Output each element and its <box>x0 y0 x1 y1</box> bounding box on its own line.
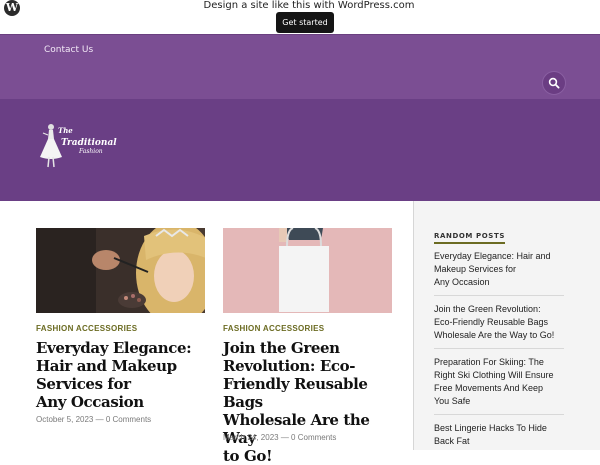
post-comments[interactable]: 0 Comments <box>291 433 336 442</box>
link-line: Free Movements And Keep <box>434 383 544 393</box>
post-category[interactable]: FASHION ACCESSORIES <box>223 324 324 333</box>
title-line: Hair and Makeup <box>36 357 177 375</box>
search-icon <box>548 77 560 89</box>
logo-text-traditional: Traditional <box>61 138 117 148</box>
link-line: Join the Green Revolution: <box>434 304 541 314</box>
main-navigation: Contact Us <box>0 34 600 100</box>
logo-text-fashion: Fashion <box>78 148 103 155</box>
link-line: Right Ski Clothing Will Ensure <box>434 370 554 380</box>
title-line: Revolution: Eco- <box>223 357 356 375</box>
dancer-logo-icon: The Traditional Fashion <box>40 124 117 168</box>
link-line: You Safe <box>434 396 471 406</box>
link-line: Eco-Friendly Reusable Bags <box>434 317 549 327</box>
random-post-link[interactable]: Everyday Elegance: Hair and Makeup Servi… <box>434 250 566 289</box>
nav-contact-us[interactable]: Contact Us <box>44 45 93 55</box>
wordpress-promo-bar: W Design a site like this with WordPress… <box>0 0 600 34</box>
post-title[interactable]: Everyday Elegance: Hair and Makeup Servi… <box>36 339 211 411</box>
title-line: Any Occasion <box>36 393 144 411</box>
link-line: Back Fat <box>434 436 470 446</box>
link-line: Any Occasion <box>434 277 490 287</box>
random-post-link[interactable]: Preparation For Skiing: The Right Ski Cl… <box>434 356 566 408</box>
site-branding: The Traditional Fashion <box>0 99 600 201</box>
link-line: Makeup Services for <box>434 264 517 274</box>
link-line: Preparation For Skiing: The <box>434 357 544 367</box>
random-post-link[interactable]: Join the Green Revolution: Eco-Friendly … <box>434 303 566 342</box>
logo-text-the: The <box>58 126 73 135</box>
promo-text: Design a site like this with WordPress.c… <box>203 0 415 11</box>
post-meta: March 24, 2023 — 0 Comments <box>223 433 337 442</box>
divider <box>434 348 564 349</box>
post-date[interactable]: March 24, 2023 <box>223 433 279 442</box>
link-line: Everyday Elegance: Hair and <box>434 251 551 261</box>
post-thumbnail-makeup[interactable] <box>36 228 205 313</box>
title-line: Everyday Elegance: <box>36 339 192 357</box>
post-category[interactable]: FASHION ACCESSORIES <box>36 324 137 333</box>
random-post-link[interactable]: Best Lingerie Hacks To Hide Back Fat <box>434 422 566 448</box>
makeup-photo <box>36 228 205 313</box>
post-thumbnail-bag[interactable] <box>223 228 392 313</box>
sidebar: RANDOM POSTS Everyday Elegance: Hair and… <box>413 201 600 450</box>
site-logo[interactable]: The Traditional Fashion <box>38 119 120 171</box>
search-button[interactable] <box>542 71 566 95</box>
title-line: Friendly Reusable Bags <box>223 375 368 411</box>
post-date[interactable]: October 5, 2023 <box>36 415 93 424</box>
post-title[interactable]: Join the Green Revolution: Eco- Friendly… <box>223 339 401 465</box>
divider <box>434 295 564 296</box>
divider <box>434 414 564 415</box>
post-meta: October 5, 2023 — 0 Comments <box>36 415 152 424</box>
link-line: Best Lingerie Hacks To Hide <box>434 423 547 433</box>
get-started-button[interactable]: Get started <box>276 12 334 33</box>
link-line: Wholesale Are the Way to Go! <box>434 330 555 340</box>
widget-title: RANDOM POSTS <box>434 232 505 244</box>
title-line: Join the Green <box>223 339 340 357</box>
bag-photo <box>223 228 392 313</box>
title-line: Services for <box>36 375 131 393</box>
post-comments[interactable]: 0 Comments <box>106 415 151 424</box>
